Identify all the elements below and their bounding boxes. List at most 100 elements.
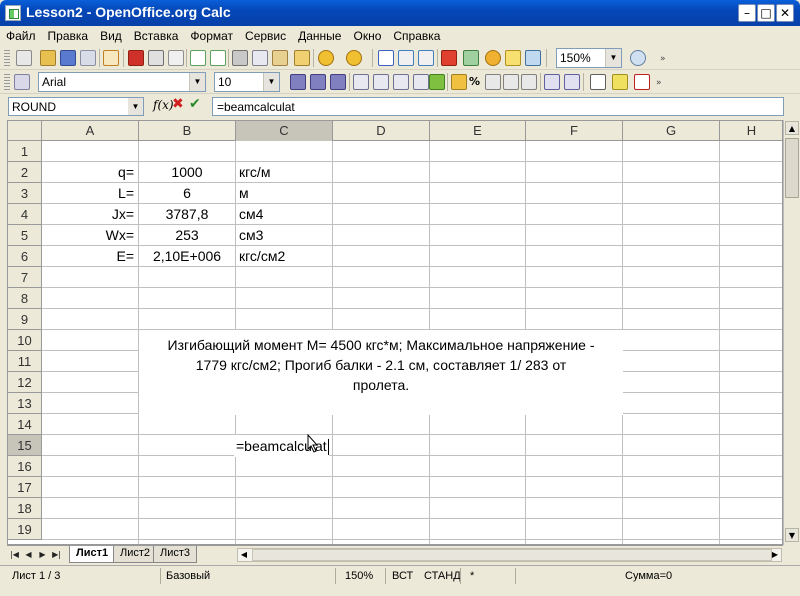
scroll-right-icon[interactable]: ▶ — [769, 549, 781, 561]
menu-tools[interactable]: Сервис — [239, 26, 292, 43]
row-header[interactable]: 12 — [8, 372, 42, 393]
align-center-icon[interactable] — [373, 74, 389, 90]
cell-c4[interactable]: см4 — [236, 204, 332, 225]
cell-b5[interactable]: 253 — [139, 225, 235, 246]
cell-a6[interactable]: E= — [42, 246, 138, 267]
sheet-tab-3[interactable]: Лист3 — [153, 546, 198, 563]
scroll-left-icon[interactable]: ◀ — [238, 549, 250, 561]
sheet-tab-1[interactable]: Лист1 — [69, 546, 116, 563]
last-sheet-icon[interactable]: ▶| — [51, 548, 62, 561]
italic-icon[interactable] — [310, 74, 326, 90]
scroll-up-icon[interactable]: ▲ — [785, 121, 799, 135]
row-header[interactable]: 7 — [8, 267, 42, 288]
font-color-icon[interactable] — [634, 74, 650, 90]
cell-c6[interactable]: кгс/см2 — [236, 246, 332, 267]
menu-format[interactable]: Формат — [184, 26, 239, 43]
navigator-icon[interactable] — [505, 50, 521, 66]
column-header-g[interactable]: G — [623, 121, 720, 141]
save-icon[interactable] — [60, 50, 76, 66]
name-box[interactable]: ROUND ▼ — [8, 97, 144, 116]
increase-indent-icon[interactable] — [564, 74, 580, 90]
styles-icon[interactable] — [14, 74, 30, 90]
prev-sheet-icon[interactable]: ◀ — [23, 548, 34, 561]
column-header-h[interactable]: H — [720, 121, 782, 141]
currency-icon[interactable] — [451, 74, 467, 90]
toolbar-options-icon[interactable]: » — [660, 55, 668, 64]
cell-a4[interactable]: Jx= — [42, 204, 138, 225]
percent-icon[interactable]: % — [469, 74, 485, 90]
menu-view[interactable]: Вид — [94, 26, 128, 43]
menu-data[interactable]: Данные — [292, 26, 347, 43]
gallery-icon[interactable] — [525, 50, 541, 66]
menu-file[interactable]: Файл — [0, 26, 42, 43]
cut-icon[interactable] — [232, 50, 248, 66]
decrease-indent-icon[interactable] — [544, 74, 560, 90]
underline-icon[interactable] — [330, 74, 346, 90]
draw-functions-icon[interactable] — [485, 50, 501, 66]
close-button[interactable]: ✕ — [776, 4, 794, 22]
borders-icon[interactable] — [590, 74, 606, 90]
autospellcheck-icon[interactable] — [210, 50, 226, 66]
toolbar-grip[interactable] — [4, 50, 10, 66]
delete-decimal-icon[interactable] — [521, 74, 537, 90]
row-header[interactable]: 19 — [8, 519, 42, 540]
column-header-d[interactable]: D — [333, 121, 430, 141]
chevron-down-icon[interactable]: ▼ — [263, 73, 279, 91]
row-header[interactable]: 4 — [8, 204, 42, 225]
new-document-icon[interactable] — [16, 50, 32, 66]
maximize-button[interactable]: □ — [757, 4, 775, 22]
paste-icon[interactable] — [272, 50, 288, 66]
hscroll-thumb[interactable] — [252, 549, 772, 561]
cell-c5[interactable]: см3 — [236, 225, 332, 246]
select-all-corner[interactable] — [8, 121, 42, 141]
chevron-down-icon[interactable]: ▼ — [128, 98, 143, 115]
horizontal-scrollbar[interactable]: ◀ ▶ — [237, 548, 782, 562]
sort-descending-icon[interactable] — [418, 50, 434, 66]
chevron-down-icon[interactable]: ▼ — [605, 49, 621, 67]
vertical-scrollbar[interactable]: ▲ ▼ — [783, 120, 800, 545]
spreadsheet-grid[interactable]: A B C D E F G H 1 2 3 4 5 6 7 8 9 10 11 … — [7, 120, 783, 545]
status-page-style[interactable]: Базовый — [166, 570, 210, 582]
cell-b3[interactable]: 6 — [139, 183, 235, 204]
status-zoom[interactable]: 150% — [345, 570, 373, 582]
font-size-select[interactable]: 10 ▼ — [214, 72, 280, 92]
row-header[interactable]: 5 — [8, 225, 42, 246]
toolbar-options-icon[interactable]: » — [656, 79, 664, 88]
minimize-button[interactable]: – — [738, 4, 756, 22]
help-icon[interactable] — [630, 50, 646, 66]
row-header[interactable]: 1 — [8, 141, 42, 162]
redo-icon[interactable] — [346, 50, 362, 66]
sort-ascending-icon[interactable] — [398, 50, 414, 66]
copy-icon[interactable] — [252, 50, 268, 66]
row-header[interactable]: 6 — [8, 246, 42, 267]
column-header-a[interactable]: A — [42, 121, 139, 141]
row-header[interactable]: 3 — [8, 183, 42, 204]
row-header[interactable]: 11 — [8, 351, 42, 372]
cancel-icon[interactable]: ✖ — [172, 96, 184, 112]
datapilot-icon[interactable] — [463, 50, 479, 66]
add-decimal-icon[interactable] — [503, 74, 519, 90]
row-header[interactable]: 2 — [8, 162, 42, 183]
merge-cells-icon[interactable] — [429, 74, 445, 90]
row-header[interactable]: 8 — [8, 288, 42, 309]
chart-icon[interactable] — [441, 50, 457, 66]
background-color-icon[interactable] — [612, 74, 628, 90]
row-header[interactable]: 9 — [8, 309, 42, 330]
column-header-b[interactable]: B — [139, 121, 236, 141]
bold-icon[interactable] — [290, 74, 306, 90]
print-icon[interactable] — [148, 50, 164, 66]
font-name-select[interactable]: Arial ▼ — [38, 72, 206, 92]
menu-window[interactable]: Окно — [347, 26, 387, 43]
cell-c2[interactable]: кгс/м — [236, 162, 332, 183]
export-pdf-icon[interactable] — [128, 50, 144, 66]
hyperlink-icon[interactable] — [378, 50, 394, 66]
align-left-icon[interactable] — [353, 74, 369, 90]
menu-insert[interactable]: Вставка — [128, 26, 185, 43]
row-header[interactable]: 15 — [8, 435, 42, 456]
column-header-c[interactable]: C — [236, 121, 333, 141]
accept-icon[interactable]: ✔ — [189, 96, 201, 112]
menu-edit[interactable]: Правка — [42, 26, 95, 43]
column-header-f[interactable]: F — [526, 121, 623, 141]
row-header[interactable]: 13 — [8, 393, 42, 414]
sheet-tab-2[interactable]: Лист2 — [113, 546, 158, 563]
